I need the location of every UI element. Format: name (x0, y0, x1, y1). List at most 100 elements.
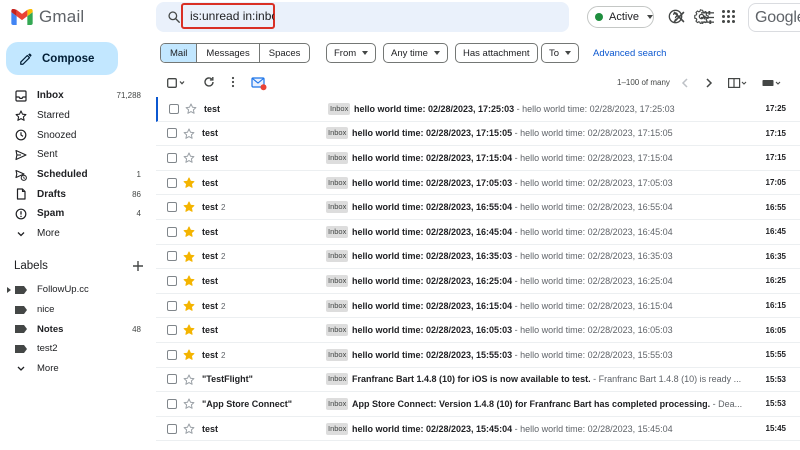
email-row[interactable]: "TestFlight" Inbox Franfranc Bart 1.4.8 (1… (156, 367, 800, 393)
scope-spaces[interactable]: Spaces (260, 44, 310, 62)
label-item-test2[interactable]: test2 (0, 339, 150, 359)
search-input[interactable] (190, 5, 274, 26)
more-vert-icon[interactable] (231, 76, 235, 88)
starred-icon[interactable] (183, 324, 195, 336)
star-outline-icon[interactable] (183, 423, 195, 435)
label-item-notes[interactable]: Notes 48 (0, 319, 150, 339)
compose-button[interactable]: Compose (6, 42, 118, 75)
email-subject: hello world time: 02/28/2023, 16:45:04 (352, 226, 513, 237)
sidebar-item-inbox[interactable]: Inbox 71,288 (0, 86, 150, 106)
select-all-checkbox[interactable] (167, 78, 185, 88)
starred-icon[interactable] (183, 349, 195, 361)
label-name: test2 (37, 343, 58, 355)
email-row[interactable]: test Inbox hello world time: 02/28/2023, 1… (156, 416, 800, 442)
row-checkbox[interactable] (167, 398, 177, 409)
email-row[interactable]: "App Store Connect" Inbox App Store Connec… (156, 392, 800, 417)
email-preview: hello world time: 02/28/2023, 16:15:04 -… (352, 301, 752, 311)
email-row[interactable]: test 2 Inbox hello world time: 02/28/2023, … (156, 244, 800, 270)
search-icon[interactable] (167, 10, 181, 24)
sidebar-item-drafts[interactable]: Drafts 86 (0, 184, 150, 204)
email-row[interactable]: test Inbox hello world time: 02/28/2023, 1… (156, 97, 800, 122)
scope-messages[interactable]: Messages (197, 44, 260, 62)
split-pane-toggle-icon[interactable] (728, 78, 748, 88)
row-checkbox[interactable] (167, 226, 177, 237)
prev-page-icon[interactable] (681, 78, 689, 88)
email-subject: hello world time: 02/28/2023, 17:05:03 (352, 177, 513, 188)
sidebar-item-label: More (37, 228, 60, 240)
filter-from-chip[interactable]: From (326, 43, 377, 63)
sidebar-item-scheduled[interactable]: Scheduled 1 (0, 165, 150, 185)
sidebar-nav: Inbox 71,288 Starred Snoozed Sent Schedu… (0, 86, 150, 244)
email-row[interactable]: test Inbox hello world time: 02/28/2023, 1… (156, 146, 800, 171)
email-subject: hello world time: 02/28/2023, 16:15:04 (352, 300, 513, 311)
label-tag-icon (15, 325, 27, 334)
row-checkbox[interactable] (167, 152, 177, 163)
advanced-search-link[interactable]: Advanced search (593, 48, 666, 59)
scope-mail[interactable]: Mail (161, 44, 198, 62)
starred-icon[interactable] (183, 177, 195, 189)
input-tools-icon[interactable] (762, 79, 782, 87)
filter-time-chip[interactable]: Any time (383, 43, 448, 63)
add-label-icon[interactable] (132, 260, 144, 272)
email-time: 16:25 (765, 276, 786, 286)
mark-read-icon[interactable] (251, 75, 267, 91)
sidebar-item-label: Scheduled (37, 169, 88, 181)
label-item-followup[interactable]: FollowUp.cc (0, 280, 150, 300)
star-outline-icon[interactable] (183, 374, 195, 386)
next-page-icon[interactable] (705, 78, 713, 88)
sidebar-item-snoozed[interactable]: Snoozed (0, 125, 150, 145)
row-checkbox[interactable] (167, 202, 177, 213)
star-outline-icon[interactable] (183, 398, 195, 410)
row-checkbox[interactable] (167, 275, 177, 286)
thread-count: 2 (221, 203, 226, 213)
star-outline-icon[interactable] (183, 128, 195, 140)
star-outline-icon[interactable] (183, 152, 195, 164)
filter-to-chip[interactable]: To (541, 43, 580, 63)
google-account-button[interactable]: Google (748, 3, 800, 32)
label-item-nice[interactable]: nice (0, 300, 150, 320)
row-checkbox[interactable] (167, 423, 177, 434)
gmail-m-icon (11, 9, 33, 25)
email-row[interactable]: test Inbox hello world time: 02/28/2023, 1… (156, 269, 800, 294)
email-sender: test (204, 103, 221, 114)
filter-attachment-chip[interactable]: Has attachment (455, 43, 538, 63)
settings-gear-icon[interactable] (694, 9, 709, 24)
row-checkbox[interactable] (167, 374, 177, 385)
email-row[interactable]: test Inbox hello world time: 02/28/2023, 1… (156, 219, 800, 245)
label-name: More (37, 363, 59, 375)
email-row[interactable]: test 2 Inbox hello world time: 02/28/2023, … (156, 293, 800, 319)
starred-icon[interactable] (183, 275, 195, 287)
sidebar-item-more[interactable]: More (0, 224, 150, 244)
email-preview: hello world time: 02/28/2023, 16:55:04 -… (352, 202, 752, 212)
row-checkbox[interactable] (167, 251, 177, 262)
status-dropdown[interactable]: Active (587, 6, 654, 28)
email-row[interactable]: test Inbox hello world time: 02/28/2023, 1… (156, 121, 800, 147)
row-checkbox[interactable] (167, 177, 177, 188)
star-outline-icon[interactable] (185, 103, 197, 115)
labels-more[interactable]: More (0, 359, 150, 379)
email-row[interactable]: test Inbox hello world time: 02/28/2023, 1… (156, 170, 800, 196)
email-time: 15:55 (765, 350, 786, 360)
label-name: Notes (37, 323, 64, 335)
row-checkbox[interactable] (167, 128, 177, 139)
email-row[interactable]: test 2 Inbox hello world time: 02/28/2023, … (156, 342, 800, 368)
apps-grid-icon[interactable] (721, 9, 736, 24)
row-checkbox[interactable] (167, 349, 177, 360)
help-icon[interactable] (668, 9, 683, 24)
expand-arrow-icon[interactable] (7, 286, 11, 293)
sidebar-item-sent[interactable]: Sent (0, 145, 150, 165)
email-row[interactable]: test 2 Inbox hello world time: 02/28/2023, … (156, 195, 800, 220)
row-checkbox[interactable] (167, 300, 177, 311)
gmail-logo[interactable]: Gmail (11, 7, 84, 27)
starred-icon[interactable] (183, 300, 195, 312)
sidebar-item-starred[interactable]: Starred (0, 106, 150, 126)
sidebar-item-spam[interactable]: Spam 4 (0, 204, 150, 224)
starred-icon[interactable] (183, 201, 195, 213)
row-checkbox[interactable] (169, 103, 179, 114)
row-checkbox[interactable] (167, 325, 177, 336)
starred-icon[interactable] (183, 226, 195, 238)
refresh-icon[interactable] (203, 76, 215, 88)
email-row[interactable]: test Inbox hello world time: 02/28/2023, 1… (156, 318, 800, 343)
email-snippet: - hello world time: 02/28/2023, 17:25:03 (514, 103, 675, 114)
starred-icon[interactable] (183, 251, 195, 263)
